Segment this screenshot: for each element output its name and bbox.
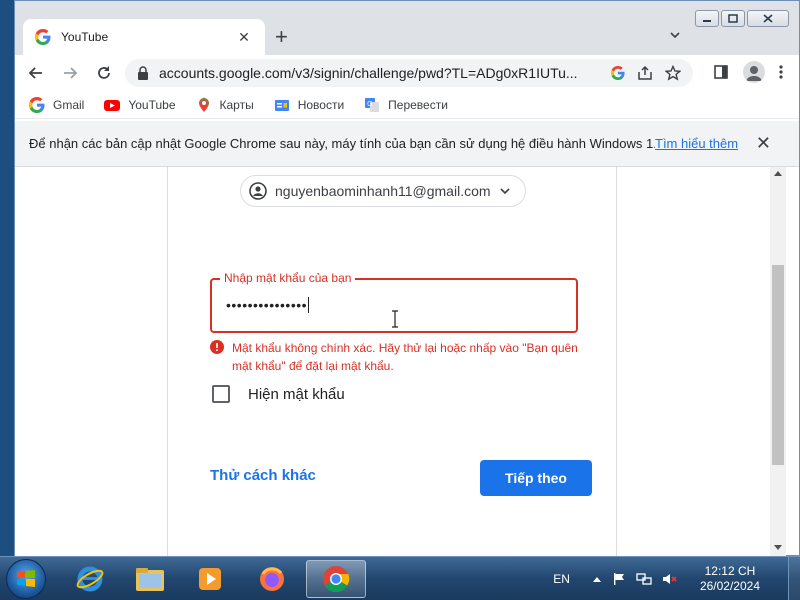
try-another-way-link[interactable]: Thử cách khác	[210, 467, 316, 484]
bookmark-youtube[interactable]: YouTube	[104, 97, 176, 113]
share-icon[interactable]	[637, 65, 653, 81]
clock[interactable]: 12:12 CH 26/02/2024	[700, 564, 760, 594]
tab-search-icon[interactable]	[669, 29, 681, 41]
news-icon	[274, 99, 289, 111]
clock-time: 12:12 CH	[704, 564, 756, 578]
bookmark-gmail[interactable]: Gmail	[29, 96, 85, 113]
google-g-icon[interactable]	[611, 66, 625, 80]
bookmark-maps[interactable]: Карты	[196, 96, 254, 113]
scroll-up-icon[interactable]	[774, 171, 782, 176]
bookmark-star-icon[interactable]	[665, 65, 681, 81]
chevron-down-icon	[499, 188, 510, 195]
google-g-icon	[29, 96, 45, 113]
bookmark-label: Новости	[297, 97, 345, 112]
profile-avatar-icon[interactable]	[743, 61, 765, 83]
svg-text:G: G	[367, 100, 372, 108]
bookmarks-bar: Gmail YouTube Карты Новости G Перевести	[15, 91, 799, 119]
clock-date: 26/02/2024	[699, 579, 760, 593]
password-label: Nhập mật khẩu của bạn	[220, 271, 356, 285]
youtube-icon	[104, 99, 121, 111]
language-indicator[interactable]: EN	[553, 572, 570, 586]
signin-card: nguyenbaominhanh11@gmail.com Nhập mật kh…	[167, 167, 617, 556]
forward-icon[interactable]	[57, 60, 83, 86]
page-scrollbar[interactable]	[770, 167, 786, 556]
minimize-icon[interactable]	[695, 10, 719, 27]
system-tray: EN 12:12 CH 26/02/2024	[553, 557, 800, 600]
show-desktop-button[interactable]	[788, 557, 800, 600]
folder-icon	[136, 568, 164, 591]
taskbar-chrome[interactable]	[306, 560, 366, 598]
error-icon	[210, 340, 224, 354]
taskbar-ie[interactable]	[62, 560, 118, 598]
bookmark-label: Карты	[219, 97, 254, 112]
bookmark-label: Gmail	[53, 97, 85, 112]
bookmark-news[interactable]: Новости	[274, 97, 344, 113]
password-field[interactable]: Nhập mật khẩu của bạn •••••••••••••••	[210, 271, 578, 333]
reload-icon[interactable]	[91, 60, 117, 86]
translate-icon: G	[365, 97, 380, 112]
bookmark-label: YouTube	[128, 97, 176, 112]
close-window-icon[interactable]	[747, 10, 789, 27]
address-bar[interactable]: accounts.google.com/v3/signin/challenge/…	[125, 59, 693, 87]
update-infobar: Để nhận các bản cập nhật Google Chrome s…	[15, 121, 799, 167]
toolbar: accounts.google.com/v3/signin/challenge/…	[15, 55, 799, 91]
url-text: accounts.google.com/v3/signin/challenge/…	[159, 65, 578, 81]
show-password-row[interactable]: Hiện mật khẩu	[212, 385, 345, 403]
show-password-checkbox[interactable]	[212, 385, 230, 403]
account-email: nguyenbaominhanh11@gmail.com	[275, 183, 491, 199]
bookmark-label: Перевести	[388, 97, 448, 112]
signin-page: nguyenbaominhanh11@gmail.com Nhập mật kh…	[15, 167, 785, 556]
learn-more-link[interactable]: Tìm hiểu thêm	[655, 136, 738, 151]
account-chip[interactable]: nguyenbaominhanh11@gmail.com	[240, 175, 526, 207]
account-circle-icon	[249, 182, 267, 200]
bookmark-translate[interactable]: G Перевести	[364, 97, 448, 113]
scroll-thumb[interactable]	[772, 265, 784, 465]
media-player-icon	[199, 568, 221, 590]
network-icon[interactable]	[636, 572, 652, 586]
tab-youtube[interactable]: YouTube ✕	[23, 19, 265, 55]
lock-icon	[138, 66, 148, 80]
new-tab-icon[interactable]: +	[275, 25, 288, 49]
infobar-close-icon[interactable]: ✕	[756, 133, 771, 154]
firefox-icon	[260, 567, 284, 591]
show-hidden-icons-icon[interactable]	[592, 575, 602, 583]
volume-muted-icon[interactable]	[662, 572, 678, 586]
tab-close-icon[interactable]: ✕	[235, 29, 253, 46]
next-button[interactable]: Tiếp theo	[480, 460, 592, 496]
password-error: Mật khẩu không chính xác. Hãy thử lại ho…	[210, 339, 590, 375]
menu-kebab-icon[interactable]	[779, 64, 783, 80]
taskbar-firefox[interactable]	[244, 560, 300, 598]
action-center-flag-icon[interactable]	[612, 572, 626, 586]
maps-icon	[198, 96, 209, 112]
tab-strip: YouTube ✕ +	[15, 1, 799, 55]
window-controls	[695, 10, 789, 27]
text-cursor-icon	[392, 310, 398, 328]
tab-title: YouTube	[61, 30, 109, 44]
error-message: Mật khẩu không chính xác. Hãy thử lại ho…	[232, 341, 578, 373]
side-panel-icon[interactable]	[713, 64, 729, 80]
maximize-icon[interactable]	[721, 10, 745, 27]
password-input[interactable]: •••••••••••••••	[226, 297, 310, 313]
scroll-down-icon[interactable]	[774, 545, 782, 550]
windows-logo-icon	[17, 570, 35, 587]
infobar-text: Để nhận các bản cập nhật Google Chrome s…	[29, 136, 655, 151]
start-button[interactable]	[6, 559, 46, 599]
show-password-label[interactable]: Hiện mật khẩu	[248, 386, 345, 403]
back-icon[interactable]	[23, 60, 49, 86]
internet-explorer-icon	[76, 566, 104, 592]
google-g-icon	[35, 29, 51, 45]
chrome-icon	[323, 566, 350, 593]
taskbar-media-player[interactable]	[182, 560, 238, 598]
taskbar-explorer[interactable]	[122, 560, 178, 598]
taskbar: EN 12:12 CH 26/02/2024	[0, 556, 800, 600]
